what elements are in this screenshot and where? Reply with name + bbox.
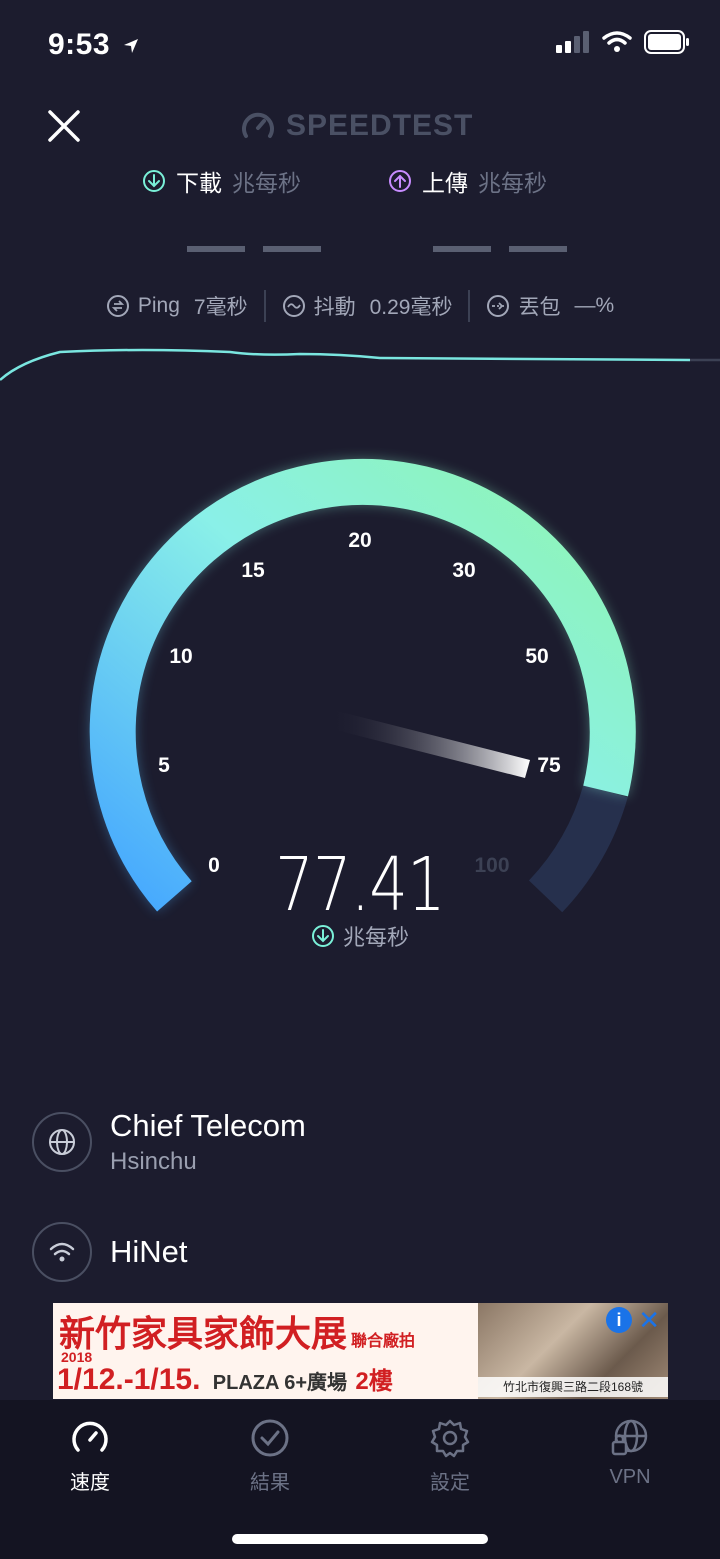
ad-title: 新竹家具家飾大展 xyxy=(59,1313,348,1354)
signal-icon xyxy=(556,31,589,53)
jitter-icon xyxy=(282,295,305,317)
speed-unit: 兆每秒 xyxy=(0,920,720,952)
download-label: 下載 xyxy=(176,170,222,196)
tab-results-label: 結果 xyxy=(250,1472,290,1494)
globe-lock-icon xyxy=(611,1419,648,1456)
wifi-icon xyxy=(602,31,632,52)
ad-creative: 新竹家具家飾大展 聯合廠拍 2018 1/12.-1/15. PLAZA 6+廣場… xyxy=(53,1303,478,1399)
speedtest-logo-icon xyxy=(242,112,274,138)
gauge-tick: 5 xyxy=(158,754,170,777)
download-value-placeholder xyxy=(187,246,321,252)
gauge-tick: 15 xyxy=(241,559,265,582)
packet-loss-icon xyxy=(487,295,510,317)
tab-speed-label: 速度 xyxy=(70,1472,110,1494)
server-location: Hsinchu xyxy=(110,1148,197,1175)
upload-unit: 兆每秒 xyxy=(478,170,547,196)
gauge-tick: 75 xyxy=(537,754,561,777)
ad-info-icon[interactable]: i xyxy=(606,1307,632,1333)
tab-speed[interactable]: 速度 xyxy=(30,1418,150,1495)
download-icon xyxy=(311,925,334,947)
jitter-value: 0.29毫秒 xyxy=(369,296,453,319)
gauge-tick: 20 xyxy=(348,529,371,552)
gear-icon xyxy=(430,1419,470,1458)
ad-venue: PLAZA 6+廣場 xyxy=(212,1372,348,1394)
ping-value: 7毫秒 xyxy=(193,296,248,319)
tab-settings-label: 設定 xyxy=(430,1472,470,1494)
download-icon xyxy=(143,170,165,192)
tab-vpn[interactable]: VPN xyxy=(570,1418,690,1489)
jitter-stat: 抖動 0.29毫秒 xyxy=(266,291,469,321)
speedtest-logo: SPEEDTEST xyxy=(240,108,473,144)
packet-loss-label: 丟包 xyxy=(518,296,561,319)
globe-icon xyxy=(32,1112,92,1172)
gauge-tick: 50 xyxy=(525,645,548,668)
ad-floor: 2樓 xyxy=(355,1368,393,1395)
status-time: 9:53 xyxy=(48,28,141,62)
check-circle-icon xyxy=(251,1419,289,1457)
ad-banner[interactable]: 新竹家具家飾大展 聯合廠拍 2018 1/12.-1/15. PLAZA 6+廣場… xyxy=(53,1303,668,1399)
download-metric: 下載 兆每秒 xyxy=(142,164,301,198)
download-unit: 兆每秒 xyxy=(232,170,301,196)
ping-label: Ping xyxy=(137,294,180,317)
upload-label: 上傳 xyxy=(422,170,468,196)
gauge-icon xyxy=(72,1421,108,1452)
jitter-label: 抖動 xyxy=(313,296,356,319)
latency-row: Ping 7毫秒 抖動 0.29毫秒 丟包 —% xyxy=(0,290,720,322)
speed-value: 77.41 xyxy=(275,842,445,928)
server-row[interactable]: Chief Telecom Hsinchu xyxy=(32,1108,306,1176)
tab-settings[interactable]: 設定 xyxy=(390,1418,510,1495)
ping-icon xyxy=(106,295,129,317)
close-button[interactable] xyxy=(44,106,84,146)
ping-stat: Ping 7毫秒 xyxy=(90,291,264,321)
status-indicators xyxy=(556,30,690,54)
gauge-tick: 10 xyxy=(169,645,192,668)
wifi-icon xyxy=(32,1222,92,1282)
upload-icon xyxy=(389,170,411,192)
tab-vpn-label: VPN xyxy=(609,1466,651,1488)
close-icon xyxy=(48,110,80,142)
location-arrow-icon xyxy=(123,39,138,54)
ad-dates: 1/12.-1/15. xyxy=(57,1363,201,1396)
ad-tag: 聯合廠拍 xyxy=(351,1333,416,1350)
isp-name: HiNet xyxy=(110,1234,188,1269)
battery-icon xyxy=(644,30,689,54)
gauge-needle xyxy=(328,710,530,778)
gauge-tick: 30 xyxy=(452,559,475,582)
upload-metric: 上傳 兆每秒 xyxy=(388,164,547,198)
ad-address: 竹北市復興三路二段168號 xyxy=(478,1377,668,1397)
home-indicator[interactable] xyxy=(232,1534,488,1544)
ad-close-icon[interactable]: ✕ xyxy=(638,1305,660,1336)
upload-value-placeholder xyxy=(433,246,567,252)
isp-row: HiNet xyxy=(32,1222,188,1282)
server-name: Chief Telecom xyxy=(110,1108,306,1143)
packet-loss-stat: 丟包 —% xyxy=(470,291,630,321)
packet-loss-value: —% xyxy=(574,294,615,317)
tab-results[interactable]: 結果 xyxy=(210,1418,330,1495)
